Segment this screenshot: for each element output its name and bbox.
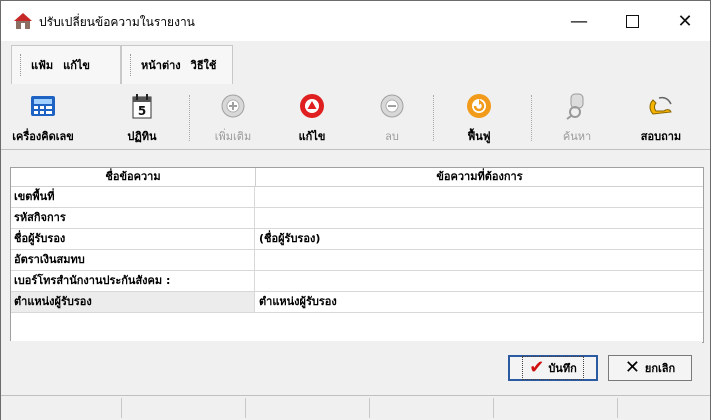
button-bar: ✔ บันทึก ✕ ยกเลิก (10, 341, 702, 393)
search-label: ค้นหา (562, 130, 592, 143)
title-bar: ปรับเปลี่ยนข้อความในรายงาน — ✕ (1, 1, 710, 41)
close-button[interactable]: ✕ (662, 1, 708, 41)
save-button[interactable]: ✔ บันทึก (508, 355, 598, 381)
status-panel (493, 398, 618, 418)
row-name-cell[interactable]: อัตราเงินสมทบ (11, 250, 255, 270)
row-name-cell[interactable]: ชื่อผู้รับรอง (11, 229, 255, 249)
menu-group-window: หน้าต่าง วิธีใช้ (121, 45, 233, 84)
edit-circle-icon (297, 91, 327, 121)
delete-label: ลบ (385, 130, 399, 143)
status-panel (369, 398, 494, 418)
row-value-cell[interactable] (256, 187, 703, 207)
menu-help[interactable]: วิธีใช้ (191, 56, 217, 74)
delete-circle-icon (377, 91, 407, 121)
restore-circle-icon (464, 91, 494, 121)
table-row[interactable]: เบอร์โทรสำนักงานประกันสังคม : (11, 271, 703, 292)
row-value-cell[interactable]: (ชื่อผู้รับรอง) (256, 229, 703, 249)
inquire-label: สอบถาม (640, 130, 682, 143)
menu-group-file: แฟ้ม แก้ไข (11, 45, 121, 84)
column-header-name[interactable]: ชื่อข้อความ (11, 168, 256, 186)
calendar-button[interactable]: 5 ปฏิทิน (107, 89, 177, 145)
menu-edit[interactable]: แก้ไข (63, 56, 90, 74)
menu-band: แฟ้ม แก้ไข หน้าต่าง วิธีใช้ (1, 41, 710, 85)
table-row[interactable]: อัตราเงินสมทบ (11, 250, 703, 271)
add-button[interactable]: เพิ่มเติม (197, 89, 269, 145)
toolbar-separator (189, 95, 190, 141)
table-row[interactable]: รหัสกิจการ (11, 208, 703, 229)
edit-label: แก้ไข (298, 130, 326, 143)
calendar-day: 5 (138, 104, 146, 118)
app-window: ปรับเปลี่ยนข้อความในรายงาน — ✕ แฟ้ม แก้ไ… (0, 0, 711, 420)
save-focus-frame: ✔ บันทึก (522, 356, 584, 380)
cancel-button[interactable]: ✕ ยกเลิก (608, 355, 692, 381)
minimize-icon: — (570, 10, 588, 32)
row-name-cell[interactable]: ตำแหน่งผู้รับรอง (11, 292, 255, 312)
cancel-label: ยกเลิก (644, 362, 676, 375)
calculator-icon (28, 91, 58, 121)
status-panel (245, 398, 370, 418)
maximize-button[interactable] (609, 1, 655, 41)
restore-button[interactable]: ฟื้นฟู (441, 89, 517, 145)
grip-handle[interactable] (130, 54, 133, 76)
grid-header: ชื่อข้อความ ข้อความที่ต้องการ (11, 168, 703, 187)
table-row[interactable]: เขตพื้นที่ (11, 187, 703, 208)
window-title: ปรับเปลี่ยนข้อความในรายงาน (39, 15, 195, 29)
inquire-button[interactable]: สอบถาม (623, 89, 699, 145)
edit-button[interactable]: แก้ไข (277, 89, 347, 145)
menu-window[interactable]: หน้าต่าง (141, 56, 181, 74)
row-value-cell[interactable] (256, 271, 703, 291)
row-value-cell[interactable] (256, 208, 703, 228)
row-name-cell[interactable]: เบอร์โทรสำนักงานประกันสังคม : (11, 271, 255, 291)
search-binoculars-icon (562, 91, 592, 121)
add-label: เพิ่มเติม (214, 130, 252, 143)
row-value-cell[interactable] (256, 250, 703, 270)
close-icon: ✕ (677, 10, 693, 32)
x-icon: ✕ (624, 357, 640, 378)
minimize-button[interactable]: — (556, 1, 602, 41)
calculator-button[interactable]: เครื่องคิดเลข (7, 89, 79, 145)
status-panel (121, 398, 246, 418)
search-button[interactable]: ค้นหา (541, 89, 613, 145)
delete-button[interactable]: ลบ (357, 89, 427, 145)
status-panel (1, 398, 122, 418)
toolbar: เครื่องคิดเลข 5 ปฏิทิน เพิ่มเติม แก้ไข ล… (1, 85, 710, 150)
table-row[interactable]: ชื่อผู้รับรอง (ชื่อผู้รับรอง) (11, 229, 703, 250)
table-row-selected[interactable]: ตำแหน่งผู้รับรอง ตำแหน่งผู้รับรอง (11, 292, 703, 313)
calculator-label: เครื่องคิดเลข (12, 130, 74, 143)
toolbar-separator (433, 95, 434, 141)
save-label: บันทึก (548, 362, 577, 375)
text-grid: ชื่อข้อความ ข้อความที่ต้องการ เขตพื้นที่… (10, 167, 704, 343)
calendar-icon: 5 (127, 91, 157, 121)
grip-handle[interactable] (20, 54, 23, 76)
checkmark-icon: ✔ (529, 357, 545, 378)
calendar-label: ปฏิทิน (127, 130, 157, 143)
phone-icon (646, 91, 676, 121)
row-name-cell[interactable]: รหัสกิจการ (11, 208, 255, 228)
maximize-icon (625, 14, 639, 28)
column-header-value[interactable]: ข้อความที่ต้องการ (256, 168, 703, 186)
app-icon (13, 12, 33, 30)
add-circle-icon (218, 91, 248, 121)
row-value-cell[interactable]: ตำแหน่งผู้รับรอง (256, 292, 703, 312)
toolbar-separator (531, 95, 532, 141)
status-bar (1, 395, 710, 420)
menu-file[interactable]: แฟ้ม (31, 56, 53, 74)
row-name-cell[interactable]: เขตพื้นที่ (11, 187, 255, 207)
restore-label: ฟื้นฟู (467, 130, 491, 143)
